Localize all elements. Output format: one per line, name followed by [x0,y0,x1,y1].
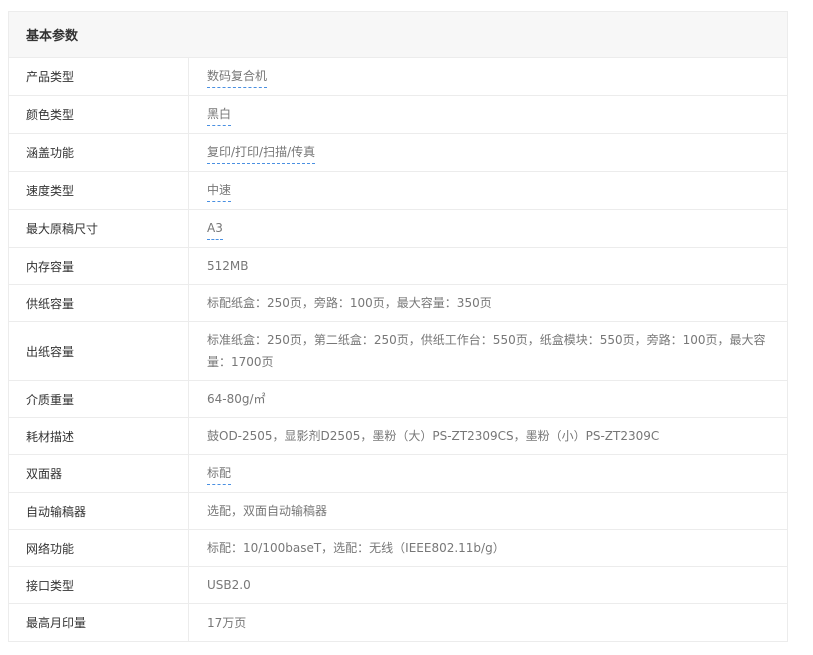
spec-value-link[interactable]: 数码复合机 [207,65,268,88]
spec-value[interactable]: 数码复合机 [189,58,787,95]
spec-value: 17万页 [207,615,247,630]
spec-row-media-weight: 介质重量 64-80g/㎡ [9,381,787,418]
spec-value: 512MB [207,259,249,273]
spec-row-color-type: 颜色类型 黑白 [9,96,787,134]
spec-row-memory: 内存容量 512MB [9,248,787,285]
spec-value[interactable]: 复印/打印/扫描/传真 [189,134,787,171]
spec-row-product-type: 产品类型 数码复合机 [9,58,787,96]
spec-value-link[interactable]: 中速 [207,179,232,202]
spec-row-duplexer: 双面器 标配 [9,455,787,493]
spec-value-link[interactable]: 复印/打印/扫描/传真 [207,141,316,164]
spec-row-consumables: 耗材描述 鼓OD-2505，显影剂D2505，墨粉（大）PS-ZT2309CS，… [9,418,787,455]
spec-label: 介质重量 [9,381,189,417]
spec-label: 耗材描述 [9,418,189,454]
spec-row-functions: 涵盖功能 复印/打印/扫描/传真 [9,134,787,172]
spec-value: 标配：10/100baseT，选配：无线（IEEE802.11b/g） [207,541,505,555]
spec-label: 颜色类型 [9,96,189,133]
spec-label: 产品类型 [9,58,189,95]
spec-row-network: 网络功能 标配：10/100baseT，选配：无线（IEEE802.11b/g） [9,530,787,567]
spec-label: 涵盖功能 [9,134,189,171]
spec-label: 最高月印量 [9,604,189,641]
spec-label: 接口类型 [9,567,189,603]
spec-value[interactable]: 标配 [189,455,787,492]
spec-value[interactable]: A3 [189,210,787,247]
spec-row-speed-type: 速度类型 中速 [9,172,787,210]
spec-value: 64-80g/㎡ [207,392,266,406]
spec-label: 供纸容量 [9,285,189,321]
spec-value[interactable]: 黑白 [189,96,787,133]
spec-table: 基本参数 产品类型 数码复合机 颜色类型 黑白 涵盖功能 复印/打印/扫描/传真… [8,11,788,642]
spec-label: 网络功能 [9,530,189,566]
spec-value: 鼓OD-2505，显影剂D2505，墨粉（大）PS-ZT2309CS，墨粉（小）… [207,429,660,443]
spec-label: 双面器 [9,455,189,492]
spec-value-link[interactable]: 标配 [207,462,232,485]
spec-value[interactable]: 中速 [189,172,787,209]
spec-row-paper-output: 出纸容量 标准纸盒：250页，第二纸盒：250页，供纸工作台：550页，纸盒模块… [9,322,787,381]
spec-row-paper-input: 供纸容量 标配纸盒：250页，旁路：100页，最大容量：350页 [9,285,787,322]
spec-value-link[interactable]: A3 [207,217,223,240]
spec-row-monthly-volume: 最高月印量 17万页 [9,604,787,641]
spec-label: 自动输稿器 [9,493,189,529]
section-title: 基本参数 [26,29,79,44]
spec-value-link[interactable]: 黑白 [207,103,232,126]
spec-section-header: 基本参数 [9,12,787,58]
spec-value: 选配，双面自动输稿器 [207,504,328,518]
spec-label: 最大原稿尺寸 [9,210,189,247]
spec-value: 标配纸盒：250页，旁路：100页，最大容量：350页 [207,296,492,310]
spec-value: USB2.0 [207,578,251,592]
spec-row-document-feeder: 自动输稿器 选配，双面自动输稿器 [9,493,787,530]
spec-row-max-original-size: 最大原稿尺寸 A3 [9,210,787,248]
spec-value: 标准纸盒：250页，第二纸盒：250页，供纸工作台：550页，纸盒模块：550页… [207,333,766,369]
spec-label: 速度类型 [9,172,189,209]
spec-label: 内存容量 [9,248,189,284]
spec-row-interface: 接口类型 USB2.0 [9,567,787,604]
spec-label: 出纸容量 [9,322,189,380]
